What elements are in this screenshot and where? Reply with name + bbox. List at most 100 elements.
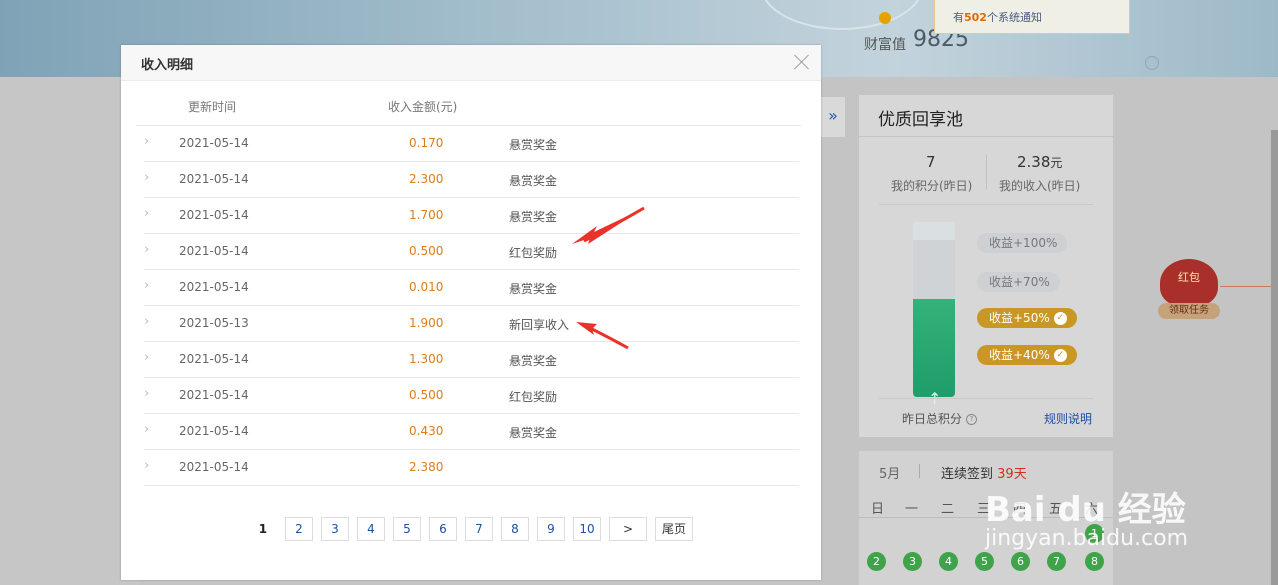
calendar-day[interactable]: 7 xyxy=(1047,552,1066,571)
chevron-right-icon[interactable]: › xyxy=(144,314,149,329)
table-row[interactable]: › 2021-05-14 1.700 悬赏奖金 xyxy=(144,198,799,234)
row-type: 悬赏奖金 xyxy=(509,282,558,296)
wealth-label: 财富值 xyxy=(864,37,906,53)
close-icon[interactable] xyxy=(793,53,811,71)
weekday-label: 二 xyxy=(941,502,955,517)
row-type: 红包奖励 xyxy=(509,390,558,404)
page-link-9[interactable]: 9 xyxy=(536,517,565,541)
chevron-right-icon[interactable]: › xyxy=(144,134,149,149)
row-date: 2021-05-14 xyxy=(179,352,249,366)
row-type: 悬赏奖金 xyxy=(509,354,558,368)
table-row[interactable]: › 2021-05-14 0.010 悬赏奖金 xyxy=(144,270,799,306)
chevron-right-icon[interactable]: › xyxy=(144,350,149,365)
row-type: 新回享收入 xyxy=(509,318,570,332)
points-label: 我的积分(昨日) xyxy=(891,179,973,193)
table-row[interactable]: › 2021-05-14 0.500 红包奖励 xyxy=(144,378,799,414)
row-date: 2021-05-13 xyxy=(179,316,249,330)
table-row[interactable]: › 2021-05-14 2.300 悬赏奖金 xyxy=(144,162,799,198)
table-row[interactable]: › 2021-05-14 0.430 悬赏奖金 xyxy=(144,414,799,450)
calendar-day[interactable]: 2 xyxy=(867,552,886,571)
claim-task-button[interactable]: 领取任务 xyxy=(1158,303,1220,319)
row-amount: 0.170 xyxy=(409,136,444,150)
check-icon: ✓ xyxy=(1053,312,1067,325)
column-header-time: 更新时间 xyxy=(188,100,237,114)
page-link-6[interactable]: 6 xyxy=(428,517,457,541)
column-header-amount: 收入金额(元) xyxy=(388,100,458,114)
income-label: 我的收入(昨日) xyxy=(999,179,1081,193)
red-packet-label: 红包 xyxy=(1178,271,1200,284)
calendar-day[interactable]: 6 xyxy=(1011,552,1030,571)
next-page-button[interactable]: > xyxy=(608,517,647,541)
level-dot xyxy=(879,12,891,24)
check-icon: ✓ xyxy=(1053,349,1067,362)
row-amount: 0.500 xyxy=(409,244,444,258)
page-link-8[interactable]: 8 xyxy=(500,517,529,541)
table-row[interactable]: › 2021-05-14 1.300 悬赏奖金 xyxy=(144,342,799,378)
chevron-right-icon[interactable]: › xyxy=(144,206,149,221)
points-gauge: ↑ xyxy=(913,222,955,408)
page-link-10[interactable]: 10 xyxy=(572,517,601,541)
baidu-watermark: Bai du 经验 jingyan.baidu.com xyxy=(985,482,1188,551)
rules-link[interactable]: 规则说明 xyxy=(1044,410,1092,427)
help-icon[interactable]: ? xyxy=(966,414,978,425)
refresh-icon[interactable] xyxy=(1145,56,1159,70)
tier-50: 收益+50% ✓ xyxy=(977,308,1077,328)
page-link-4[interactable]: 4 xyxy=(356,517,385,541)
watermark-brand: Bai du 经验 xyxy=(985,490,1186,530)
system-notice[interactable]: 有502个系统通知 xyxy=(934,0,1130,34)
table-row[interactable]: › 2021-05-14 0.170 悬赏奖金 xyxy=(144,126,799,162)
table-row[interactable]: › 2021-05-14 2.380 xyxy=(144,450,799,486)
chevron-right-icon[interactable]: › xyxy=(144,242,149,257)
collapse-chevron-icon[interactable]: » xyxy=(821,97,845,137)
page-link-2[interactable]: 2 xyxy=(284,517,313,541)
calendar-month: 5月 xyxy=(879,467,901,482)
red-packet-widget[interactable]: 红包 领取任务 xyxy=(1158,259,1278,321)
chevron-right-icon[interactable]: › xyxy=(144,458,149,473)
row-date: 2021-05-14 xyxy=(179,280,249,294)
row-date: 2021-05-14 xyxy=(179,172,249,186)
points-value: 7 xyxy=(926,153,936,171)
row-amount: 0.010 xyxy=(409,280,444,294)
row-amount: 0.430 xyxy=(409,424,444,438)
table-row[interactable]: › 2021-05-13 1.900 新回享收入 xyxy=(144,306,799,342)
row-type: 悬赏奖金 xyxy=(509,174,558,188)
row-type: 红包奖励 xyxy=(509,246,558,260)
total-points-label: 昨日总积分? xyxy=(902,410,978,427)
chevron-right-icon[interactable]: › xyxy=(144,278,149,293)
page-link-7[interactable]: 7 xyxy=(464,517,493,541)
row-amount: 2.380 xyxy=(409,460,444,474)
income-table: › 2021-05-14 0.170 悬赏奖金 › 2021-05-14 2.3… xyxy=(144,126,799,486)
row-amount: 0.500 xyxy=(409,388,444,402)
row-type: 悬赏奖金 xyxy=(509,426,558,440)
last-page-button[interactable]: 尾页 xyxy=(654,517,693,541)
notice-count: 502 xyxy=(964,11,987,24)
calendar-day[interactable]: 4 xyxy=(939,552,958,571)
dialog-title: 收入明细 xyxy=(141,58,194,73)
chevron-right-icon[interactable]: › xyxy=(144,170,149,185)
table-row[interactable]: › 2021-05-14 0.500 红包奖励 xyxy=(144,234,799,270)
row-amount: 1.700 xyxy=(409,208,444,222)
page-link-5[interactable]: 5 xyxy=(392,517,421,541)
calendar-day[interactable]: 5 xyxy=(975,552,994,571)
weekday-label: 日 xyxy=(871,502,885,517)
page-link-3[interactable]: 3 xyxy=(320,517,349,541)
page-scrollbar[interactable] xyxy=(1271,130,1278,585)
row-date: 2021-05-14 xyxy=(179,136,249,150)
chevron-right-icon[interactable]: › xyxy=(144,386,149,401)
row-date: 2021-05-14 xyxy=(179,388,249,402)
row-type: 悬赏奖金 xyxy=(509,210,558,224)
weekday-label: 一 xyxy=(905,502,919,517)
chevron-right-icon[interactable]: › xyxy=(144,422,149,437)
checkin-streak: 连续签到 39天 xyxy=(941,467,1027,482)
income-value: 2.38元 xyxy=(1017,153,1063,171)
income-detail-dialog: 收入明细 更新时间 收入金额(元) › 2021-05-14 0.170 悬赏奖… xyxy=(121,45,821,580)
tier-70: 收益+70% xyxy=(977,272,1060,292)
table-header: 更新时间 收入金额(元) xyxy=(136,95,801,126)
row-amount: 1.900 xyxy=(409,316,444,330)
calendar-day[interactable]: 3 xyxy=(903,552,922,571)
row-date: 2021-05-14 xyxy=(179,244,249,258)
divider xyxy=(986,155,987,189)
row-date: 2021-05-14 xyxy=(179,424,249,438)
calendar-day[interactable]: 8 xyxy=(1085,552,1104,571)
row-amount: 1.300 xyxy=(409,352,444,366)
